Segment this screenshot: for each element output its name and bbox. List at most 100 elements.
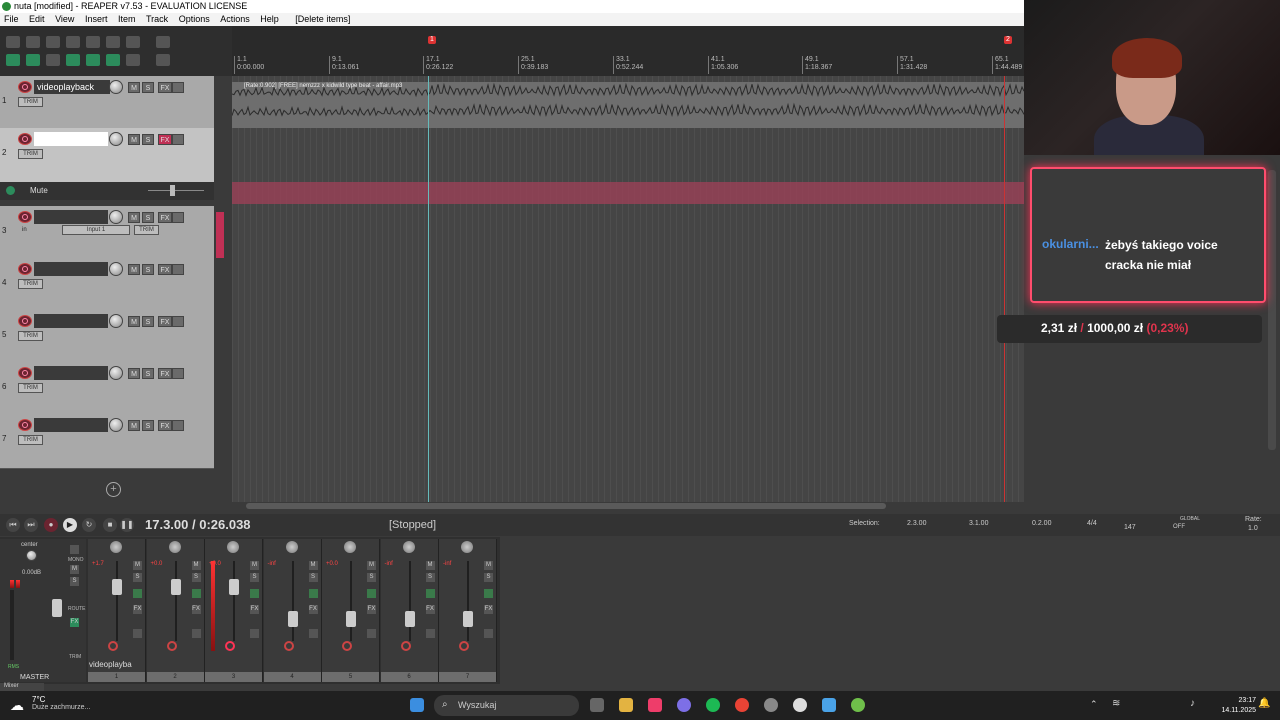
envelope-points-icon[interactable] [86, 54, 100, 66]
fx-button[interactable]: FX [158, 264, 172, 275]
reaper-taskbar-icon[interactable] [851, 698, 865, 712]
track-1[interactable]: 1 videoplayback M S FX TRIM [0, 76, 214, 129]
record-arm-icon[interactable] [18, 211, 32, 223]
solo-button[interactable]: S [133, 573, 142, 582]
record-arm-icon[interactable] [18, 367, 32, 379]
mixer-strip-4[interactable]: -inf M S FX 4 [263, 539, 322, 682]
fx-button[interactable]: FX [158, 134, 172, 145]
rate-value[interactable]: 1.0 [1248, 525, 1258, 532]
volume-icon[interactable]: ♪ [1190, 698, 1195, 709]
track-5[interactable]: 5 M S FX TRIM [0, 310, 214, 363]
route-icon[interactable] [308, 629, 318, 638]
menu-edit[interactable]: Edit [25, 13, 49, 26]
timeline-ruler[interactable]: 1 2 1.1 0:00.000 9.1 0:13.061 17.1 0:26.122 25… [232, 26, 1024, 76]
time-signature[interactable]: 4/4 [1087, 520, 1097, 527]
tray-chevron-icon[interactable]: ⌃ [1090, 699, 1098, 710]
trim-button[interactable]: TRIM [18, 331, 43, 341]
volume-knob[interactable] [109, 80, 123, 94]
phase-icon[interactable] [425, 589, 435, 598]
volume-knob[interactable] [109, 210, 123, 224]
task-view-icon[interactable] [590, 698, 604, 712]
solo-button[interactable]: S [425, 573, 435, 582]
fx-button[interactable]: FX [367, 605, 376, 614]
phase-icon[interactable] [308, 589, 318, 598]
fx-button[interactable]: FX [484, 605, 493, 614]
solo-button[interactable]: S [367, 573, 376, 582]
spotify-icon[interactable] [706, 698, 720, 712]
io-route-icon[interactable] [172, 316, 184, 327]
trim-button[interactable]: TRIM [18, 435, 43, 445]
volume-knob[interactable] [109, 132, 123, 146]
fx-button[interactable]: FX [158, 82, 172, 93]
loop-icon[interactable] [106, 54, 120, 66]
pause-button[interactable]: ❚❚ [120, 518, 134, 532]
record-arm-icon[interactable] [283, 641, 294, 651]
io-route-icon[interactable] [172, 82, 184, 93]
menu-track[interactable]: Track [142, 13, 172, 26]
trim-button[interactable]: TRIM [18, 97, 43, 107]
tiktok-icon[interactable] [648, 698, 662, 712]
mute-button[interactable]: M [250, 561, 259, 570]
mute-button[interactable]: M [128, 420, 140, 431]
io-route-icon[interactable] [172, 212, 184, 223]
mute-envelope-row[interactable]: Mute [0, 182, 214, 200]
io-route-icon[interactable] [172, 264, 184, 275]
arrange-view[interactable]: [Rate:0.902] [FREE] nemzzz x kidwild typ… [232, 76, 1024, 509]
solo-button[interactable]: S [142, 82, 154, 93]
pan-knob[interactable] [110, 541, 122, 553]
mixer-strip-3[interactable]: +0.0MSFX3 [205, 539, 263, 682]
volume-knob[interactable] [109, 314, 123, 328]
volume-fader[interactable] [287, 611, 298, 627]
solo-button[interactable]: S [142, 368, 154, 379]
route-icon[interactable] [133, 629, 142, 638]
notification-icon[interactable]: 🔔 [1258, 698, 1270, 709]
snap-icon[interactable] [46, 54, 60, 66]
fx-button[interactable]: FX [158, 420, 172, 431]
solo-button[interactable]: S [142, 316, 154, 327]
master-fx-button[interactable]: FX [70, 618, 79, 627]
pan-knob[interactable] [168, 541, 181, 553]
fx-button[interactable]: FX [425, 605, 435, 614]
stop-button[interactable]: ■ [103, 518, 117, 532]
menu-actions[interactable]: Actions [216, 13, 254, 26]
track-name-field[interactable] [34, 210, 108, 224]
toolbar-blank-icon[interactable] [156, 36, 170, 48]
mute-button[interactable]: M [191, 561, 201, 570]
record-arm-icon[interactable] [18, 315, 32, 327]
track-4[interactable]: 4 M S FX TRIM [0, 258, 214, 311]
undo-icon[interactable] [86, 36, 100, 48]
fx-button[interactable]: FX [158, 368, 172, 379]
solo-button[interactable]: S [142, 212, 154, 223]
go-to-start-icon[interactable]: ⏮ [6, 518, 20, 532]
clock[interactable]: 23:17 14.11.2025 [1196, 696, 1256, 716]
volume-fader[interactable] [404, 611, 415, 627]
marker-1[interactable]: 1 [428, 36, 436, 44]
master-trim-label[interactable]: TRIM [69, 654, 81, 660]
route-icon[interactable] [191, 629, 201, 638]
io-route-icon[interactable] [172, 420, 184, 431]
record-arm-icon[interactable] [225, 641, 235, 651]
io-route-icon[interactable] [172, 134, 184, 145]
master-pan-knob[interactable] [26, 550, 37, 561]
record-arm-icon[interactable] [166, 641, 177, 651]
fx-button[interactable]: FX [191, 605, 201, 614]
selection-end[interactable]: 3.1.00 [969, 520, 988, 527]
master-mute-button[interactable]: M [70, 565, 79, 574]
record-arm-icon[interactable] [342, 641, 352, 651]
phase-icon[interactable] [250, 589, 259, 598]
record-arm-icon[interactable] [18, 81, 32, 93]
mute-button[interactable]: M [367, 561, 376, 570]
track-name-field[interactable] [34, 418, 108, 432]
add-track-button[interactable]: + [106, 482, 121, 497]
go-to-end-icon[interactable]: ⏭ [24, 518, 38, 532]
menu-insert[interactable]: Insert [81, 13, 112, 26]
route-icon[interactable] [250, 629, 259, 638]
mixer-strip-2[interactable]: +0.0 M S FX 2 [146, 539, 205, 682]
track-name-field[interactable]: videoplayback [34, 80, 110, 94]
record-button[interactable]: ● [44, 518, 58, 532]
phase-icon[interactable] [191, 589, 201, 598]
mute-button[interactable]: M [133, 561, 142, 570]
wifi-icon[interactable]: ≋ [1112, 698, 1120, 709]
record-arm-icon[interactable] [18, 133, 32, 145]
track-6[interactable]: 6 M S FX TRIM [0, 362, 214, 415]
